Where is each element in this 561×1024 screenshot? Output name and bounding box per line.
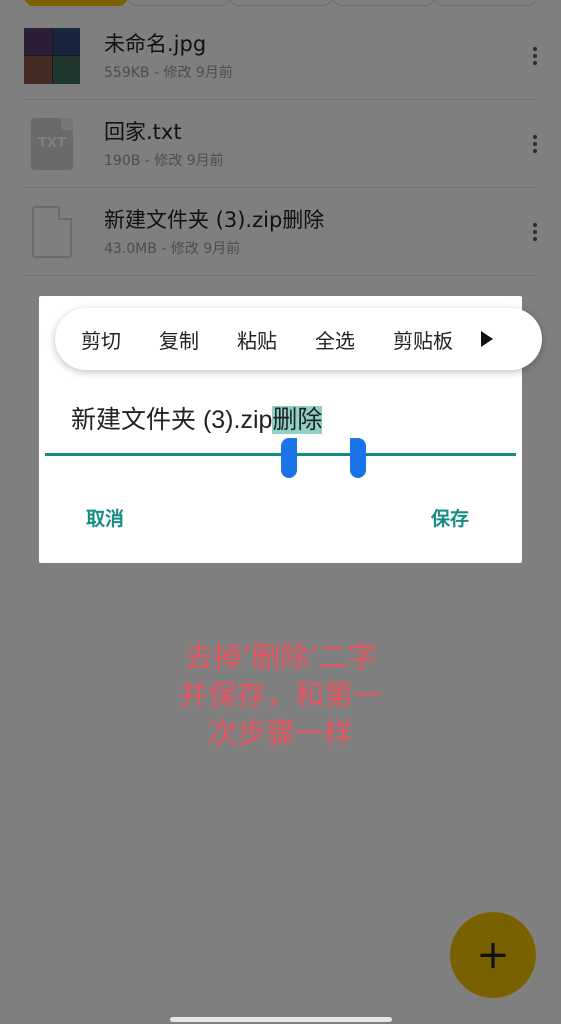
cut-button[interactable]: 剪切 bbox=[81, 325, 121, 354]
plus-icon: + bbox=[476, 932, 510, 978]
home-indicator[interactable] bbox=[170, 1017, 392, 1022]
input-text: 新建文件夹 (3).zip bbox=[71, 406, 273, 434]
selection-handle-start[interactable] bbox=[281, 438, 297, 478]
copy-button[interactable]: 复制 bbox=[159, 325, 199, 354]
text-selection-toolbar: 剪切 复制 粘贴 全选 剪贴板 bbox=[55, 308, 542, 370]
annotation-line-1: 去掉‘删除’二字 bbox=[184, 640, 377, 674]
more-arrow-icon[interactable] bbox=[481, 331, 493, 347]
selected-text: 删除 bbox=[272, 406, 323, 434]
annotation-line-2: 并保存，和第一 bbox=[178, 678, 382, 712]
annotation-line-3: 次步骤一样 bbox=[207, 716, 353, 750]
save-button[interactable]: 保存 bbox=[431, 504, 469, 531]
rename-input[interactable]: 新建文件夹 (3).zip删除 bbox=[71, 400, 323, 436]
cancel-button[interactable]: 取消 bbox=[86, 504, 124, 531]
selection-handle-end[interactable] bbox=[350, 438, 366, 478]
clipboard-button[interactable]: 剪贴板 bbox=[393, 325, 453, 354]
select-all-button[interactable]: 全选 bbox=[315, 325, 355, 354]
add-fab-button[interactable]: + bbox=[450, 912, 536, 998]
paste-button[interactable]: 粘贴 bbox=[237, 325, 277, 354]
